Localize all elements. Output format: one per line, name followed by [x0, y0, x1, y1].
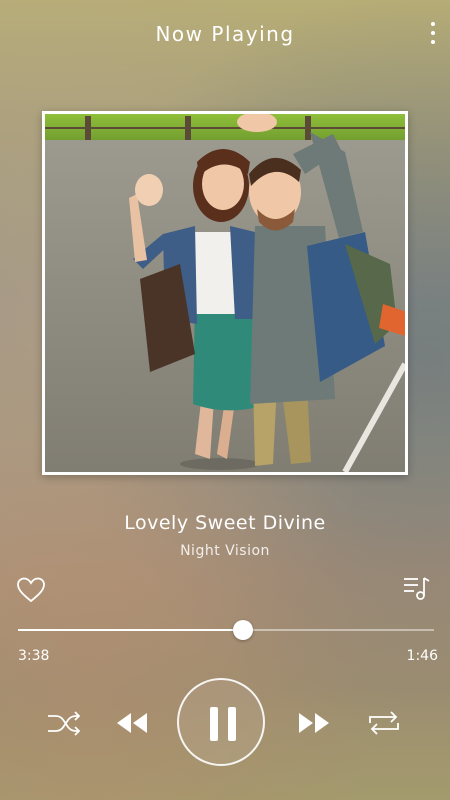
- seek-bar-fill: [18, 629, 243, 631]
- rewind-icon[interactable]: [114, 710, 150, 736]
- pause-icon: [210, 707, 218, 741]
- page-title: Now Playing: [155, 22, 295, 46]
- album-art-frame: [42, 111, 408, 475]
- track-artist: Night Vision: [180, 543, 270, 559]
- elapsed-time: 3:38: [18, 648, 50, 664]
- more-options-icon[interactable]: [428, 22, 438, 44]
- pause-button[interactable]: [177, 678, 265, 766]
- heart-icon[interactable]: [16, 576, 46, 604]
- album-art: [45, 114, 405, 472]
- track-title: Lovely Sweet Divine: [124, 512, 326, 534]
- repeat-icon[interactable]: [365, 708, 403, 738]
- fast-forward-icon[interactable]: [296, 710, 332, 736]
- seek-bar-thumb[interactable]: [232, 620, 253, 640]
- playlist-icon[interactable]: [402, 574, 432, 602]
- pause-icon: [228, 707, 236, 741]
- shuffle-icon[interactable]: [46, 708, 82, 738]
- seek-bar[interactable]: [18, 620, 434, 640]
- total-time: 1:46: [406, 648, 438, 664]
